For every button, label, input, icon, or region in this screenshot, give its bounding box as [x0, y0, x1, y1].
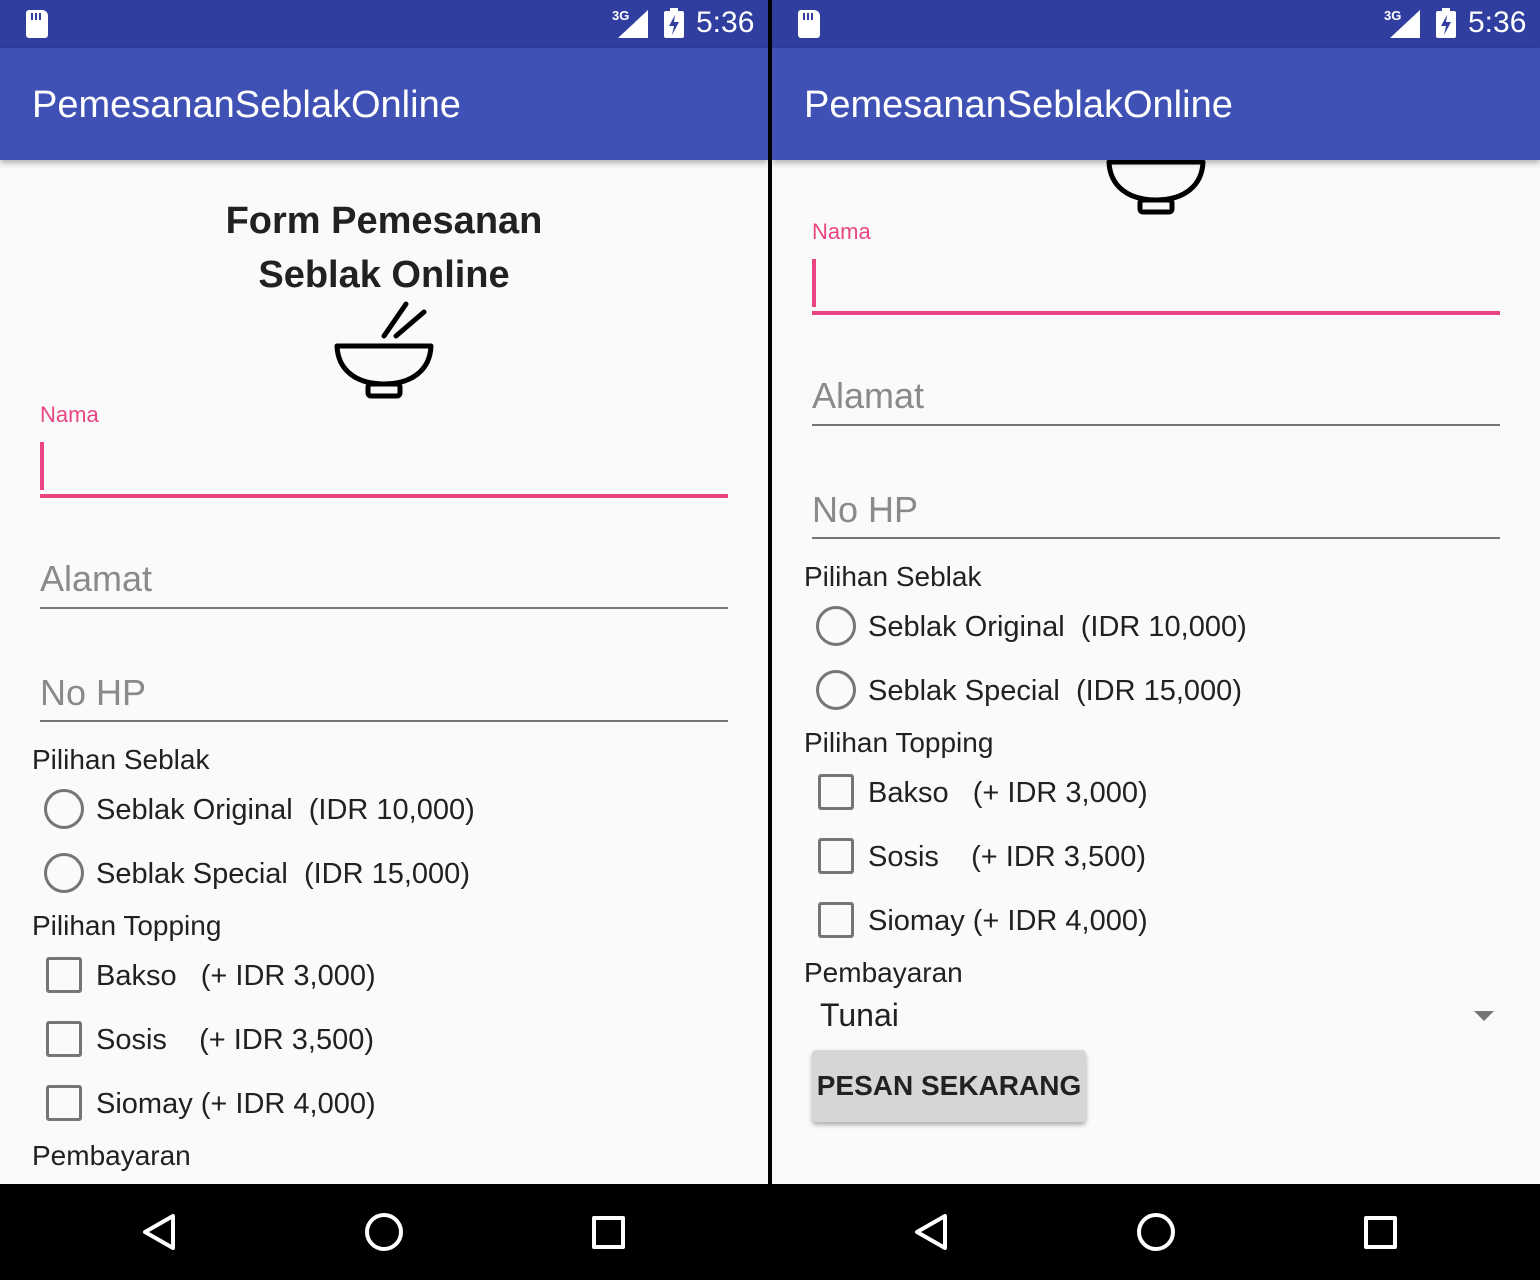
checkbox-bakso-label[interactable]: Bakso (+ IDR 3,000) — [96, 960, 376, 993]
navigation-bar — [0, 1184, 768, 1280]
nama-label: Nama — [812, 219, 871, 244]
bowl-with-chopsticks-icon — [334, 301, 434, 399]
dropdown-arrow-icon[interactable] — [1474, 1011, 1494, 1021]
scroll-content[interactable]: Nama Alamat No HP Pilihan Seblak Seblak … — [772, 160, 1540, 1184]
pesan-sekarang-button[interactable]: PESAN SEKARANG — [812, 1050, 1086, 1122]
nama-label: Nama — [40, 402, 99, 427]
radio-seblak-original[interactable] — [816, 606, 856, 646]
back-icon[interactable] — [912, 1212, 952, 1252]
radio-seblak-special[interactable] — [44, 853, 84, 893]
checkbox-bakso[interactable] — [818, 774, 854, 810]
checkbox-siomay[interactable] — [46, 1085, 82, 1121]
status-bar: 3G 5:36 — [0, 0, 768, 48]
pilihan-topping-label: Pilihan Topping — [32, 910, 222, 941]
checkbox-sosis[interactable] — [46, 1021, 82, 1057]
signal-icon — [1390, 10, 1420, 38]
form-title-line1: Form Pemesanan — [225, 200, 543, 242]
pilihan-seblak-label: Pilihan Seblak — [32, 744, 210, 775]
pembayaran-label: Pembayaran — [32, 1140, 191, 1171]
alamat-input[interactable]: Alamat — [812, 375, 924, 417]
signal-icon — [618, 10, 648, 38]
pembayaran-selected-value[interactable]: Tunai — [820, 997, 899, 1034]
checkbox-siomay-label[interactable]: Siomay (+ IDR 4,000) — [96, 1088, 376, 1121]
app-title: PemesananSeblakOnline — [804, 84, 1233, 126]
pilihan-seblak-label: Pilihan Seblak — [804, 561, 982, 592]
checkbox-bakso[interactable] — [46, 957, 82, 993]
radio-seblak-special[interactable] — [816, 670, 856, 710]
sd-card-icon — [798, 10, 820, 38]
home-icon[interactable] — [365, 1213, 403, 1251]
app-title: PemesananSeblakOnline — [32, 84, 461, 126]
pilihan-topping-label: Pilihan Topping — [804, 727, 994, 758]
app-bar: PemesananSeblakOnline — [0, 48, 768, 160]
status-clock: 5:36 — [696, 6, 755, 39]
checkbox-sosis-label[interactable]: Sosis (+ IDR 3,500) — [96, 1024, 374, 1057]
alamat-underline — [812, 424, 1500, 426]
alamat-underline — [40, 607, 728, 609]
no-hp-underline — [40, 720, 728, 722]
radio-seblak-original-label[interactable]: Seblak Original (IDR 10,000) — [868, 611, 1247, 644]
no-hp-input[interactable]: No HP — [812, 489, 918, 531]
checkbox-sosis-label[interactable]: Sosis (+ IDR 3,500) — [868, 841, 1146, 874]
battery-charging-icon — [1436, 8, 1456, 38]
radio-seblak-special-label[interactable]: Seblak Special (IDR 15,000) — [96, 858, 470, 891]
recents-icon[interactable] — [1364, 1216, 1397, 1249]
pembayaran-label: Pembayaran — [804, 957, 963, 988]
phone-screen-scrolled-form: 3G 5:36 PemesananSeblakOnline Nama Alama… — [772, 0, 1540, 1280]
nama-input[interactable] — [812, 311, 1500, 315]
radio-seblak-special-label[interactable]: Seblak Special (IDR 15,000) — [868, 675, 1242, 708]
app-bar: PemesananSeblakOnline — [772, 48, 1540, 160]
form-title-line2: Seblak Online — [258, 254, 510, 296]
no-hp-input[interactable]: No HP — [40, 672, 146, 714]
scroll-content[interactable]: Form Pemesanan Seblak Online Nama Alamat… — [0, 160, 768, 1184]
bowl-with-chopsticks-icon — [1106, 160, 1206, 215]
battery-charging-icon — [664, 8, 684, 38]
sd-card-icon — [26, 10, 48, 38]
phone-screen-top-of-form: 3G 5:36 PemesananSeblakOnline Form Pemes… — [0, 0, 768, 1280]
checkbox-siomay[interactable] — [818, 902, 854, 938]
status-bar: 3G 5:36 — [772, 0, 1540, 48]
text-cursor — [40, 442, 44, 490]
nama-input[interactable] — [40, 494, 728, 498]
checkbox-siomay-label[interactable]: Siomay (+ IDR 4,000) — [868, 905, 1148, 938]
radio-seblak-original-label[interactable]: Seblak Original (IDR 10,000) — [96, 794, 475, 827]
alamat-input[interactable]: Alamat — [40, 558, 152, 600]
no-hp-underline — [812, 537, 1500, 539]
text-cursor — [812, 259, 816, 307]
radio-seblak-original[interactable] — [44, 789, 84, 829]
checkbox-sosis[interactable] — [818, 838, 854, 874]
home-icon[interactable] — [1137, 1213, 1175, 1251]
recents-icon[interactable] — [592, 1216, 625, 1249]
navigation-bar — [772, 1184, 1540, 1280]
back-icon[interactable] — [140, 1212, 180, 1252]
status-clock: 5:36 — [1468, 6, 1527, 39]
checkbox-bakso-label[interactable]: Bakso (+ IDR 3,000) — [868, 777, 1148, 810]
